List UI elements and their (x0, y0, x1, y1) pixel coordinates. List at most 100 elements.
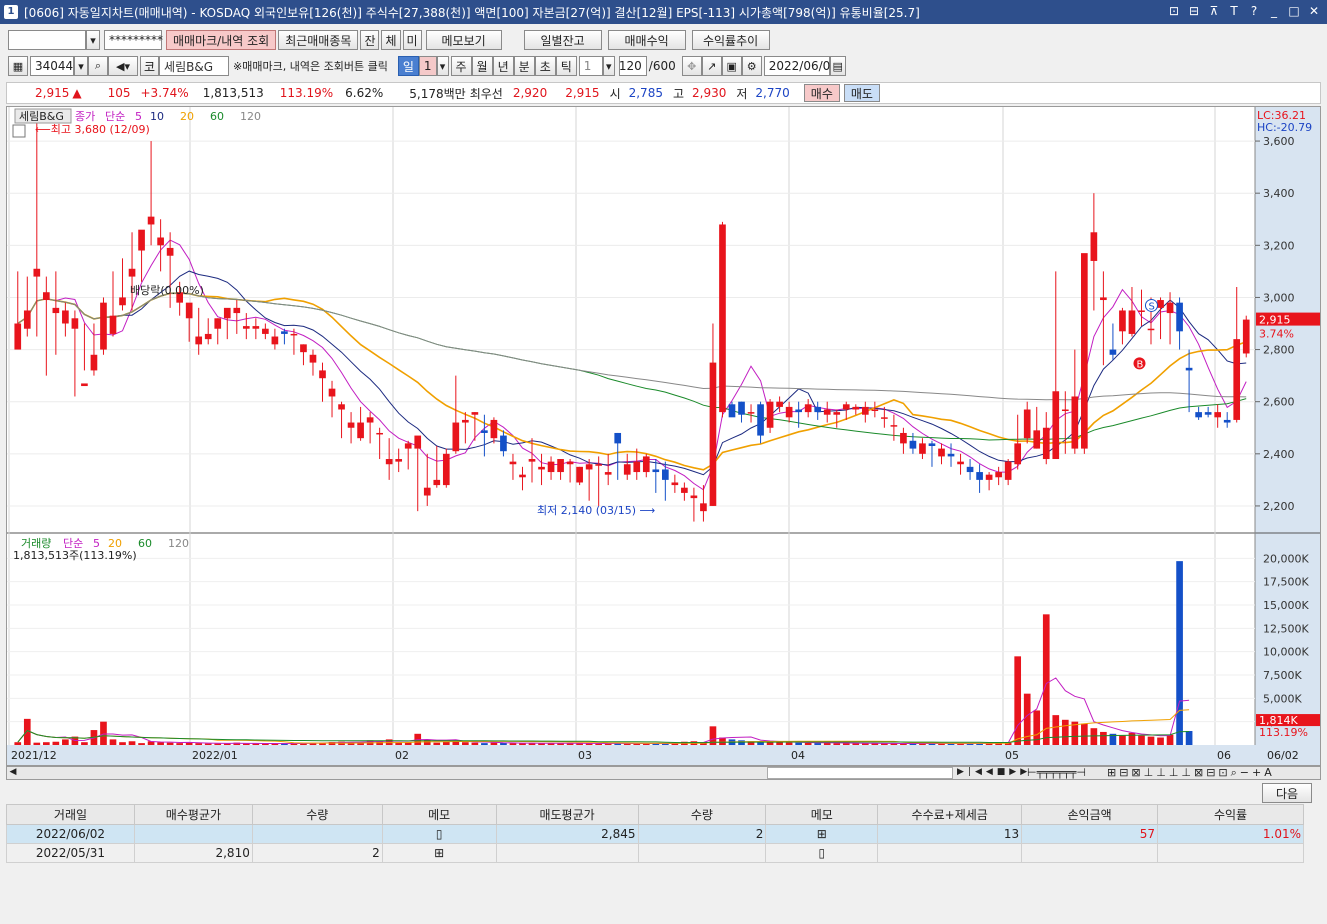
volume-bar (433, 742, 441, 745)
save-icon[interactable]: ▣ (721, 56, 742, 76)
ex-dividend-annotation: 배당락(0.00%) (130, 284, 204, 297)
min-price-label: 최저 2,140 (03/15) ⟶ (537, 504, 656, 517)
col-buy-avg[interactable]: 매수평균가 (133, 804, 253, 825)
daily-balance-button[interactable]: 일별잔고 (523, 30, 602, 50)
price-tick-label: 3,000 (1263, 291, 1295, 304)
period-week[interactable]: 주 (450, 56, 472, 76)
period-tick[interactable]: 틱 (555, 56, 577, 76)
volume-bar (462, 742, 469, 745)
low-value: 2,770 (755, 86, 790, 100)
memo-view-button[interactable]: 메모보기 (425, 30, 502, 50)
candle-body (1014, 443, 1022, 465)
period-month[interactable]: 월 (471, 56, 493, 76)
search-icon[interactable]: ⌕ (88, 56, 108, 76)
navigation-icons[interactable]: ▶|◀◀■▶▶ (957, 767, 1031, 777)
volume-tick-label: 5,000K (1263, 692, 1302, 705)
col-fee-tax[interactable]: 수수료+제세금 (877, 804, 1023, 825)
candle-body (1081, 253, 1088, 449)
quote-row: 2,915 ▲ 105 +3.74% 1,813,513 113.19% 6.6… (6, 82, 1321, 104)
chart-scrollbar[interactable]: ◀ ▶|◀◀■▶▶ ⊢╤╤╤╤╤╤⊣ ⊞⊟⊠⊥⊥⊥⊥⊠⊟⊡⌕−+A (6, 766, 1321, 780)
date-input[interactable]: 2022/06/02 (763, 56, 838, 76)
chart-area[interactable]: 3,600 3,400 3,200 3,000 2,800 2,600 2,400 2,200… (6, 106, 1321, 766)
volume-ma20-line (17, 709, 1190, 744)
candle-body (785, 406, 793, 418)
draw-icon[interactable]: ↗ (701, 56, 722, 76)
memo-doc-plus-icon[interactable]: ⊞ (765, 824, 879, 844)
col-profit[interactable]: 손익금액 (1021, 804, 1159, 825)
calendar-icon[interactable]: ▤ (829, 56, 846, 76)
volume-bar (1100, 731, 1107, 745)
cell-buy-qty (251, 824, 383, 844)
font-icon[interactable]: T (1227, 4, 1241, 18)
candle-body (671, 482, 679, 486)
candle-body (490, 419, 498, 439)
tick-value[interactable]: 1 (578, 56, 603, 76)
chart-tools-icons[interactable]: ⊞⊟⊠⊥⊥⊥⊥⊠⊟⊡⌕−+A (1107, 766, 1275, 780)
trade-amount: 5,178백만 (409, 86, 466, 101)
candle-body (604, 472, 612, 475)
pin-icon[interactable]: ⊼ (1207, 4, 1221, 18)
memo-doc-icon[interactable]: ▯ (765, 843, 879, 863)
cross-icon[interactable]: ✥ (681, 56, 702, 76)
candle-body (1061, 409, 1069, 412)
day-count-dropdown-icon[interactable]: ▾ (436, 56, 449, 76)
col-return[interactable]: 수익률 (1157, 804, 1304, 825)
col-sell-memo[interactable]: 메모 (765, 804, 879, 825)
help-icon[interactable]: ? (1247, 4, 1261, 18)
mark-query-button[interactable]: 매매마크/내역 조회 (166, 30, 277, 50)
col-sell-avg[interactable]: 매도평균가 (495, 804, 639, 825)
count-input[interactable]: 120 (618, 56, 647, 76)
candle-body (614, 432, 622, 444)
market-button[interactable]: 코 (140, 56, 160, 76)
x-axis-label: 02 (395, 749, 409, 762)
period-day[interactable]: 일 (397, 56, 419, 76)
period-day-count[interactable]: 1 (418, 56, 437, 76)
link-icon[interactable]: ⊡ (1167, 4, 1181, 18)
period-year[interactable]: 년 (492, 56, 514, 76)
candle-body (661, 469, 669, 480)
zoom-slider[interactable]: ⊢╤╤╤╤╤╤⊣ (1027, 766, 1086, 779)
period-second[interactable]: 초 (534, 56, 556, 76)
copy-icon[interactable]: ⊟ (1187, 4, 1201, 18)
volume-bar (1138, 735, 1145, 745)
password-field[interactable]: ********* (104, 30, 163, 50)
buy-button[interactable]: 매수 (803, 84, 840, 102)
account-input[interactable] (8, 30, 86, 50)
col-buy-memo[interactable]: 메모 (381, 804, 497, 825)
sound-icon[interactable]: ◀▾ (108, 56, 138, 76)
scroll-thumb[interactable] (767, 767, 953, 779)
code-dropdown-icon[interactable]: ▾ (74, 56, 88, 76)
code-input[interactable]: 340440 (30, 56, 81, 76)
scroll-left-icon[interactable]: ◀ (7, 767, 19, 779)
candle-body (1185, 367, 1193, 371)
col-trade-date[interactable]: 거래일 (6, 804, 135, 825)
layout-icon[interactable]: ▦ (8, 56, 28, 76)
col-buy-qty[interactable]: 수량 (251, 804, 383, 825)
volume-bar (1090, 728, 1098, 745)
unfilled-button[interactable]: 미 (402, 30, 422, 50)
tick-dropdown-icon[interactable]: ▾ (602, 56, 615, 76)
minimize-icon[interactable]: _ (1267, 4, 1281, 18)
candle-body (423, 487, 431, 496)
balance-button[interactable]: 잔 (360, 30, 380, 50)
close-icon[interactable]: ✕ (1307, 4, 1321, 18)
table-row[interactable]: 2022/05/31 2,810 2 ⊞ ▯ (6, 843, 1304, 863)
memo-doc-icon[interactable]: ▯ (381, 824, 497, 844)
account-dropdown-icon[interactable]: ▾ (86, 30, 100, 50)
next-button[interactable]: 다음 (1262, 783, 1312, 803)
maximize-icon[interactable]: □ (1287, 4, 1301, 18)
trade-table: 거래일 매수평균가 수량 메모 매도평균가 수량 메모 수수료+제세금 손익금액… (6, 804, 1304, 863)
gear-icon[interactable]: ⚙ (741, 56, 762, 76)
recent-trades-button[interactable]: 최근매매종목 (278, 30, 359, 50)
col-sell-qty[interactable]: 수량 (637, 804, 767, 825)
period-minute[interactable]: 분 (513, 56, 535, 76)
candlestick-chart[interactable]: 3,600 3,400 3,200 3,000 2,800 2,600 2,400 2,200… (7, 107, 1320, 765)
volume-bar (766, 742, 774, 745)
stock-name[interactable]: 세림B&G (159, 56, 230, 76)
filled-button[interactable]: 체 (381, 30, 401, 50)
sell-button[interactable]: 매도 (843, 84, 880, 102)
table-row[interactable]: 2022/06/02 ▯ 2,845 2 ⊞ 13 57 1.01% (6, 824, 1304, 844)
return-trend-button[interactable]: 수익률추이 (691, 30, 770, 50)
trade-profit-button[interactable]: 매매수익 (607, 30, 686, 50)
memo-doc-plus-icon[interactable]: ⊞ (381, 843, 497, 863)
